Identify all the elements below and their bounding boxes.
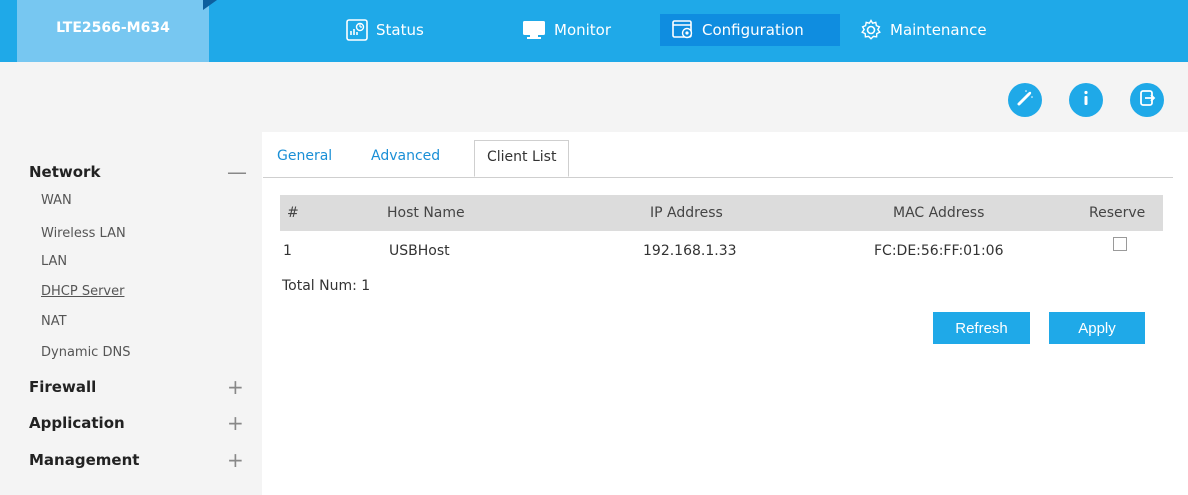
tab-bar: General Advanced Client List: [263, 140, 1173, 178]
info-button[interactable]: [1069, 83, 1103, 117]
wizard-icon: [1015, 88, 1035, 112]
total-count: Total Num: 1: [282, 278, 371, 294]
wizard-button[interactable]: [1008, 83, 1042, 117]
logout-button[interactable]: [1130, 83, 1164, 117]
nav-monitor-label: Monitor: [554, 21, 612, 39]
gear-icon: [860, 19, 882, 41]
nav-status[interactable]: Status: [334, 14, 436, 46]
column-header-reserve: Reserve: [1089, 205, 1146, 221]
nav-maintenance[interactable]: Maintenance: [848, 14, 999, 46]
sidebar-section-label: Firewall: [29, 378, 97, 396]
monitor-icon: [522, 20, 546, 40]
tab-client-list[interactable]: Client List: [474, 140, 570, 177]
sidebar: [0, 132, 262, 495]
apply-button[interactable]: Apply: [1049, 312, 1145, 344]
logo-notch: [203, 0, 217, 10]
device-name: LTE2566-M634: [56, 20, 170, 36]
logout-icon: [1137, 88, 1157, 112]
column-header-host-name: Host Name: [387, 205, 465, 221]
expand-icon[interactable]: +: [227, 411, 244, 435]
sidebar-item-nat[interactable]: NAT: [41, 314, 67, 329]
device-logo: LTE2566-M634: [17, 0, 209, 62]
sidebar-section-firewall[interactable]: Firewall +: [29, 375, 244, 399]
reserve-checkbox[interactable]: [1113, 237, 1127, 251]
info-icon: [1076, 88, 1096, 112]
nav-configuration[interactable]: Configuration: [660, 14, 840, 46]
nav-monitor[interactable]: Monitor: [510, 14, 623, 46]
tab-advanced[interactable]: Advanced: [371, 148, 440, 164]
row-ip-address: 192.168.1.33: [643, 243, 737, 259]
nav-status-label: Status: [376, 21, 424, 39]
sidebar-item-wan[interactable]: WAN: [41, 193, 72, 208]
sidebar-section-label: Network: [29, 163, 101, 181]
table-header: # Host Name IP Address MAC Address Reser…: [280, 195, 1163, 231]
sidebar-section-network[interactable]: Network —: [29, 160, 247, 184]
sidebar-item-dhcp-server[interactable]: DHCP Server: [41, 284, 124, 299]
sidebar-section-application[interactable]: Application +: [29, 411, 244, 435]
nav-configuration-label: Configuration: [702, 21, 804, 39]
column-header-mac-address: MAC Address: [893, 205, 985, 221]
sidebar-item-lan[interactable]: LAN: [41, 254, 67, 269]
sidebar-item-dynamic-dns[interactable]: Dynamic DNS: [41, 345, 130, 360]
sidebar-section-label: Management: [29, 451, 140, 469]
row-host-name: USBHost: [389, 243, 450, 259]
sidebar-item-wireless-lan[interactable]: Wireless LAN: [41, 226, 126, 241]
expand-icon[interactable]: +: [227, 375, 244, 399]
refresh-button[interactable]: Refresh: [933, 312, 1030, 344]
collapse-icon[interactable]: —: [227, 160, 247, 184]
row-mac-address: FC:DE:56:FF:01:06: [874, 243, 1004, 259]
configuration-icon: [672, 20, 694, 40]
nav-maintenance-label: Maintenance: [890, 21, 987, 39]
top-nav-bar: LTE2566-M634 Status Monitor Configuratio…: [0, 0, 1188, 62]
row-number: 1: [283, 243, 292, 259]
expand-icon[interactable]: +: [227, 448, 244, 472]
sidebar-section-management[interactable]: Management +: [29, 448, 244, 472]
status-icon: [346, 19, 368, 41]
tab-general[interactable]: General: [277, 148, 332, 164]
sidebar-section-label: Application: [29, 414, 125, 432]
column-header-ip-address: IP Address: [650, 205, 723, 221]
column-header-number: #: [287, 205, 299, 221]
